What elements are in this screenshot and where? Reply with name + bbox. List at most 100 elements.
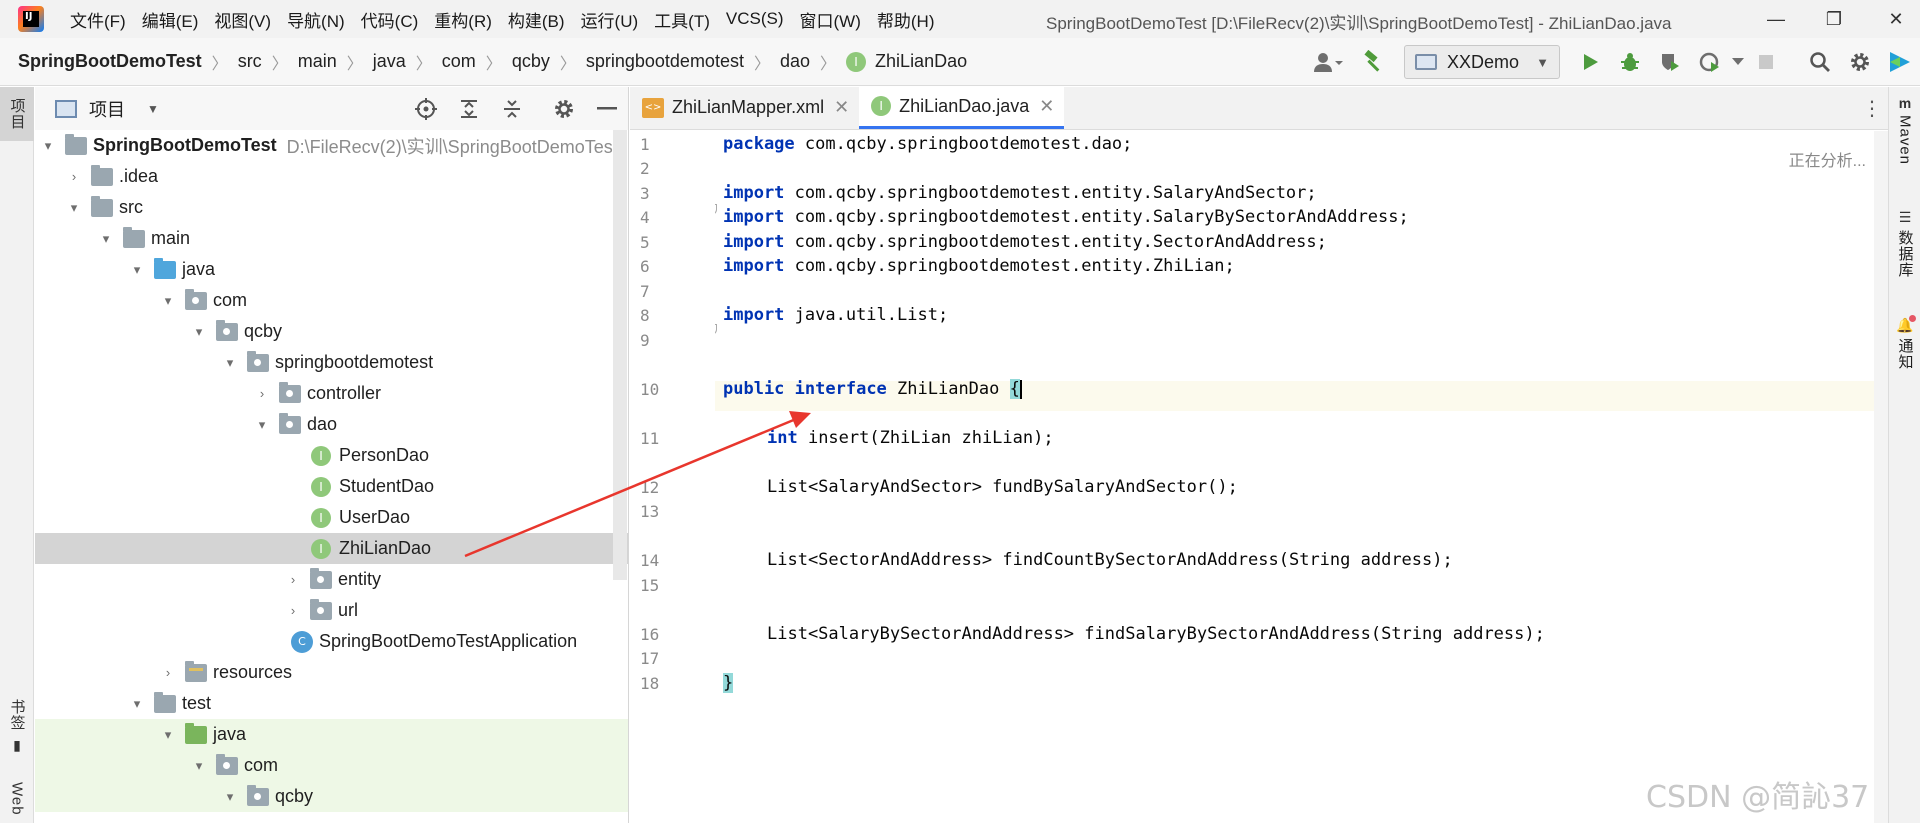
project-panel-title[interactable]: 项目	[89, 96, 125, 122]
tree-item-springbootdemotest[interactable]: ▾ springbootdemotest	[35, 347, 628, 378]
panel-settings-gear-icon[interactable]	[549, 94, 579, 124]
jetbrains-toolbox-icon[interactable]	[1884, 46, 1916, 78]
chevron-right-icon[interactable]: ›	[253, 386, 271, 401]
menu-view[interactable]: 视图(V)	[206, 7, 279, 32]
database-tool-button[interactable]: ☰ 数据库	[1889, 209, 1920, 278]
breadcrumb-project[interactable]: SpringBootDemoTest	[18, 51, 202, 72]
tree-item-userdao[interactable]: I UserDao	[35, 502, 628, 533]
chevron-down-icon[interactable]: ▾	[253, 417, 271, 433]
chevron-down-icon[interactable]: ▾	[159, 293, 177, 309]
minimize-icon[interactable]: —	[1765, 8, 1787, 30]
menu-help[interactable]: 帮助(H)	[869, 7, 943, 32]
restore-icon[interactable]: ❐	[1823, 8, 1845, 30]
settings-gear-icon[interactable]	[1844, 46, 1876, 78]
menu-file[interactable]: 文件(F)	[62, 7, 134, 32]
menu-window[interactable]: 窗口(W)	[792, 7, 869, 32]
tree-item-com-test[interactable]: ▾ com	[35, 750, 628, 781]
chevron-down-icon[interactable]: ▾	[39, 138, 57, 154]
stop-icon[interactable]	[1750, 46, 1782, 78]
chevron-down-icon[interactable]: ▾	[221, 789, 239, 805]
breadcrumb-qcby[interactable]: qcby	[512, 51, 550, 72]
breadcrumb-com[interactable]: com	[442, 51, 476, 72]
code-area[interactable]: package com.qcby.springbootdemotest.dao;…	[630, 131, 1888, 823]
web-tool-button[interactable]: Web	[0, 782, 34, 816]
tree-item-main[interactable]: ▾ main	[35, 223, 628, 254]
run-icon[interactable]	[1574, 46, 1606, 78]
tree-item-resources[interactable]: › resources	[35, 657, 628, 688]
tree-item-test[interactable]: ▾ test	[35, 688, 628, 719]
chevron-down-icon[interactable]: ▾	[128, 696, 146, 712]
tree-item-qcby[interactable]: ▾ qcby	[35, 316, 628, 347]
breadcrumb-springbootdemotest[interactable]: springbootdemotest	[586, 51, 744, 72]
chevron-down-icon[interactable]: ▾	[65, 200, 83, 216]
menu-navigate[interactable]: 导航(N)	[279, 7, 353, 32]
run-configuration-select[interactable]: XXDemo ▼	[1404, 45, 1560, 79]
hide-panel-icon[interactable]	[592, 94, 622, 124]
tree-item-url[interactable]: › url	[35, 595, 628, 626]
editor-scrollbar[interactable]	[1874, 131, 1888, 823]
menu-edit[interactable]: 编辑(E)	[134, 7, 207, 32]
close-tab-icon[interactable]: ✕	[834, 97, 849, 118]
tree-item-persondao[interactable]: I PersonDao	[35, 440, 628, 471]
tree-item-com[interactable]: ▾ com	[35, 285, 628, 316]
chevron-right-icon[interactable]: ›	[159, 665, 177, 680]
chevron-down-icon[interactable]: ▾	[97, 231, 115, 247]
maven-tool-button[interactable]: m Maven	[1889, 95, 1920, 165]
chevron-right-icon[interactable]: ›	[284, 572, 302, 587]
breadcrumb-separator-icon: 〉	[820, 55, 837, 73]
breadcrumb-main[interactable]: main	[298, 51, 337, 72]
locate-file-icon[interactable]	[411, 94, 441, 124]
tree-item-application[interactable]: C SpringBootDemoTestApplication	[35, 626, 628, 657]
tab-zhilianmapper-xml[interactable]: <> ZhiLianMapper.xml ✕	[630, 86, 859, 129]
chevron-down-icon[interactable]: ▾	[159, 727, 177, 743]
tree-item-src[interactable]: ▾ src	[35, 192, 628, 223]
tree-item-idea[interactable]: › .idea	[35, 161, 628, 192]
close-tab-icon[interactable]: ✕	[1039, 96, 1054, 117]
collapse-all-icon[interactable]	[497, 94, 527, 124]
tree-item-controller[interactable]: › controller	[35, 378, 628, 409]
code-line-import: import com.qcby.springbootdemotest.entit…	[723, 256, 1235, 276]
tree-item-dao[interactable]: ▾ dao	[35, 409, 628, 440]
chevron-down-icon[interactable]: ▾	[190, 324, 208, 340]
tab-zhiliandao-java[interactable]: I ZhiLianDao.java ✕	[859, 86, 1065, 129]
breadcrumb-src[interactable]: src	[238, 51, 262, 72]
intellij-logo-icon[interactable]: IJ	[18, 6, 44, 32]
build-hammer-icon[interactable]	[1358, 46, 1390, 78]
tree-item-entity[interactable]: › entity	[35, 564, 628, 595]
menu-code[interactable]: 代码(C)	[353, 7, 427, 32]
debug-icon[interactable]	[1614, 46, 1646, 78]
menu-vcs[interactable]: VCS(S)	[718, 9, 792, 29]
tree-item-project-root[interactable]: ▾ SpringBootDemoTest D:\FileRecv(2)\实训\S…	[35, 130, 628, 161]
breadcrumb-java[interactable]: java	[373, 51, 406, 72]
user-account-icon[interactable]	[1306, 46, 1350, 78]
tree-item-java-main[interactable]: ▾ java	[35, 254, 628, 285]
more-tabs-icon[interactable]: ⋮	[1862, 96, 1882, 121]
search-everywhere-icon[interactable]	[1804, 46, 1836, 78]
close-window-icon[interactable]: ✕	[1885, 8, 1907, 30]
menu-build[interactable]: 构建(B)	[500, 7, 573, 32]
chevron-right-icon[interactable]: ›	[284, 603, 302, 618]
project-tree-scrollbar[interactable]	[613, 130, 627, 580]
tree-item-qcby-test[interactable]: ▾ qcby	[35, 781, 628, 812]
run-with-coverage-icon[interactable]	[1654, 46, 1686, 78]
menu-run[interactable]: 运行(U)	[573, 7, 647, 32]
expand-all-icon[interactable]	[454, 94, 484, 124]
chevron-down-icon[interactable]: ▼	[147, 102, 159, 116]
tree-item-label: springbootdemotest	[275, 352, 434, 372]
bookmarks-tool-button[interactable]: 书签 ▮	[0, 699, 34, 754]
chevron-down-icon[interactable]: ▾	[190, 758, 208, 774]
menu-tools[interactable]: 工具(T)	[646, 7, 718, 32]
menu-refactor[interactable]: 重构(R)	[426, 7, 500, 32]
project-tool-button[interactable]: 项目	[0, 87, 34, 141]
breadcrumb-zhiliandao[interactable]: I ZhiLianDao	[846, 51, 967, 72]
chevron-down-icon[interactable]: ▾	[128, 262, 146, 278]
chevron-down-icon[interactable]: ▾	[221, 355, 239, 371]
tree-item-studentdao[interactable]: I StudentDao	[35, 471, 628, 502]
profile-icon[interactable]	[1694, 46, 1726, 78]
tree-item-zhiliandao[interactable]: I ZhiLianDao	[35, 533, 628, 564]
notifications-tool-button[interactable]: 🔔 通知	[1889, 315, 1920, 370]
breadcrumb-dao[interactable]: dao	[780, 51, 810, 72]
tree-item-java-test[interactable]: ▾ java	[35, 719, 628, 750]
chevron-right-icon[interactable]: ›	[65, 169, 83, 184]
more-run-options-chevron-icon[interactable]	[1730, 46, 1746, 78]
